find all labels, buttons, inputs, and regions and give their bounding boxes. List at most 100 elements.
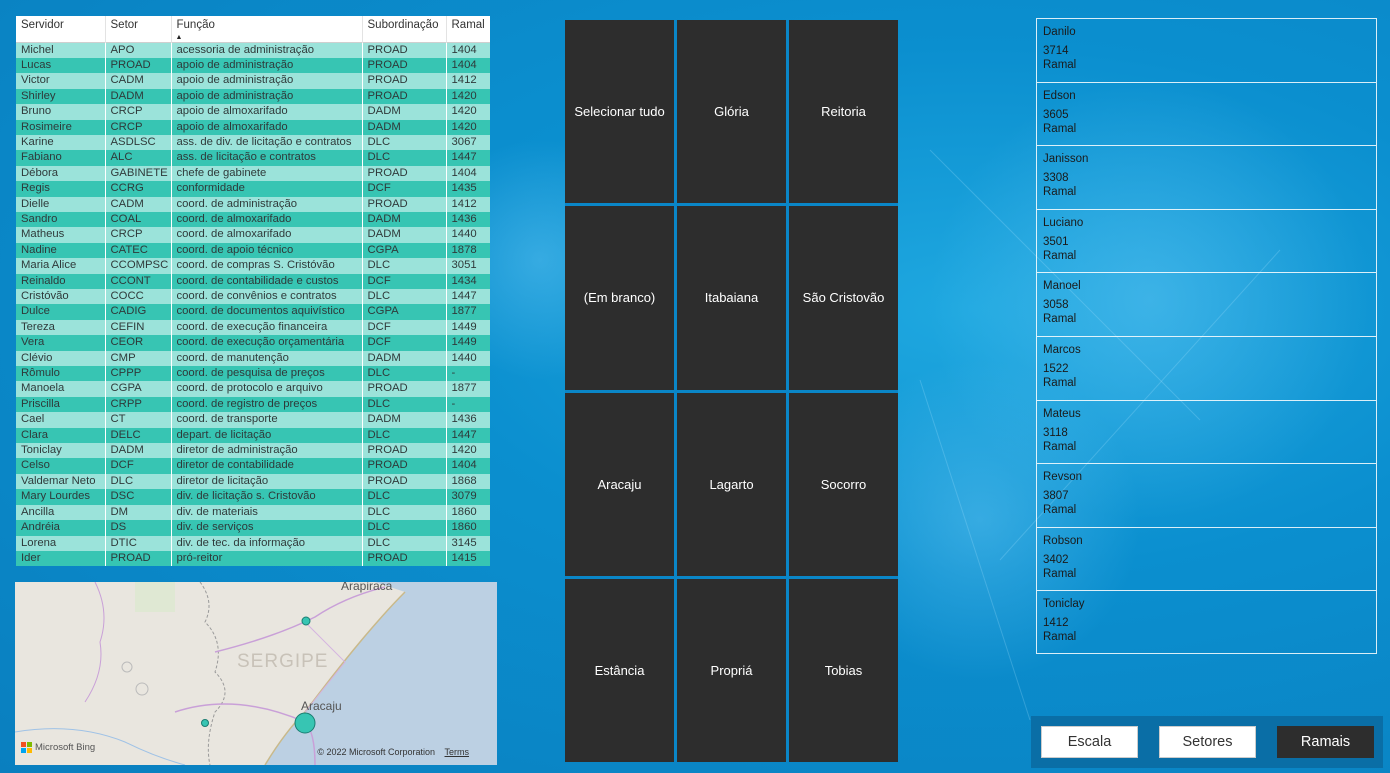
- ramal-card[interactable]: Manoel 3058 Ramal: [1037, 273, 1376, 337]
- map-terms-link[interactable]: Terms: [445, 747, 470, 757]
- table-row[interactable]: Andréia DS div. de serviços DLC 1860: [16, 520, 490, 536]
- cell-ramal: 1404: [446, 57, 490, 74]
- map-bubble[interactable]: [301, 616, 311, 626]
- table-row[interactable]: Cristóvão COCC coord. de convênios e contr…: [16, 289, 490, 305]
- ramal-card[interactable]: Luciano 3501 Ramal: [1037, 210, 1376, 274]
- cell-servidor: Cristóvão: [16, 289, 106, 305]
- table-row[interactable]: Bruno CRCP apoio de almoxarifado DADM 1420: [16, 104, 490, 120]
- map-bubble[interactable]: [201, 719, 209, 727]
- column-header-subordinacao[interactable]: Subordinação: [362, 16, 447, 42]
- slicer-tile[interactable]: Selecionar tudo: [565, 20, 674, 204]
- table-row[interactable]: Vera CEOR coord. de execução orçamentária D…: [16, 335, 490, 351]
- cell-setor: CMP: [105, 350, 172, 367]
- table-row[interactable]: Rômulo CPPP coord. de pesquisa de preços DL…: [16, 366, 490, 382]
- table-row[interactable]: Lucas PROAD apoio de administração PROAD 140…: [16, 57, 490, 74]
- cell-setor: DADM: [105, 443, 172, 459]
- cell-ramal: 1440: [446, 227, 490, 243]
- ramal-card[interactable]: Marcos 1522 Ramal: [1037, 337, 1376, 401]
- table-row[interactable]: Celso DCF diretor de contabilidade PROAD 140…: [16, 458, 490, 474]
- cell-setor: ALC: [105, 150, 172, 166]
- slicer-tile[interactable]: Propriá: [677, 578, 786, 762]
- ramal-card[interactable]: Robson 3402 Ramal: [1037, 528, 1376, 592]
- table-row[interactable]: Karine ASDLSC ass. de div. de licitação e …: [16, 134, 490, 151]
- table-row[interactable]: Michel APO acessoria de administração PROAD…: [16, 42, 490, 58]
- ramal-card[interactable]: Revson 3807 Ramal: [1037, 464, 1376, 528]
- map[interactable]: Arapiraca SERGIPE Aracaju Microsoft Bing…: [15, 582, 497, 765]
- cell-subordinacao: DCF: [362, 319, 447, 336]
- table-row[interactable]: Clara DELC depart. de licitação DLC 1447: [16, 427, 490, 444]
- table-row[interactable]: Nadine CATEC coord. de apoio técnico CGPA 18…: [16, 242, 490, 259]
- table-row[interactable]: Fabiano ALC ass. de licitação e contratos D…: [16, 150, 490, 166]
- table-row[interactable]: Regis CCRG conformidade DCF 1435: [16, 181, 490, 197]
- table-row[interactable]: Tereza CEFIN coord. de execução financeira…: [16, 319, 490, 336]
- cell-servidor: Michel: [16, 42, 106, 58]
- map-bubble-aracaju[interactable]: [294, 712, 316, 734]
- table-row[interactable]: Shirley DADM apoio de administração PROAD 14…: [16, 88, 490, 105]
- table-row[interactable]: Ancilla DM div. de materiais DLC 1860: [16, 504, 490, 521]
- cell-funcao: coord. de documentos aquivístico: [171, 304, 363, 320]
- table-row[interactable]: Manoela CGPA coord. de protocolo e arquivo…: [16, 381, 490, 397]
- slicer-tile[interactable]: Socorro: [789, 392, 898, 576]
- cell-servidor: Andréia: [16, 520, 106, 536]
- ramal-card-label: Ramal: [1043, 59, 1077, 71]
- cell-funcao: depart. de licitação: [171, 427, 363, 444]
- ramal-card-name: Marcos: [1043, 343, 1081, 356]
- table-row[interactable]: Mary Lourdes DSC div. de licitação s. Cris…: [16, 489, 490, 505]
- nav-button-ramais[interactable]: Ramais: [1277, 726, 1374, 758]
- cell-ramal: 1436: [446, 412, 490, 428]
- slicer-tile[interactable]: Tobias: [789, 578, 898, 762]
- cell-subordinacao: DCF: [362, 335, 447, 351]
- table-row[interactable]: Cael CT coord. de transporte DADM 1436: [16, 412, 490, 428]
- table-row[interactable]: Toniclay DADM diretor de administração PROA…: [16, 443, 490, 459]
- nav-button-setores[interactable]: Setores: [1159, 726, 1256, 758]
- table-row[interactable]: Sandro COAL coord. de almoxarifado DADM 1436: [16, 211, 490, 228]
- ramal-card-label: Ramal: [1043, 504, 1077, 517]
- cell-subordinacao: DADM: [362, 211, 447, 228]
- slicer-tile[interactable]: (Em branco): [565, 206, 674, 390]
- column-header-servidor[interactable]: Servidor: [16, 16, 106, 42]
- slicer-tile[interactable]: São Cristovão: [789, 206, 898, 390]
- table-row[interactable]: Dulce CADIG coord. de documentos aquivísti…: [16, 304, 490, 320]
- column-header-funcao[interactable]: Função ▲: [171, 16, 363, 42]
- nav-button-escala[interactable]: Escala: [1041, 726, 1138, 758]
- ramal-card[interactable]: Mateus 3118 Ramal: [1037, 401, 1376, 465]
- ramal-card[interactable]: Toniclay 1412 Ramal: [1037, 591, 1376, 655]
- cell-funcao: coord. de pesquisa de preços: [171, 366, 363, 382]
- slicer-tile[interactable]: Lagarto: [677, 392, 786, 576]
- table-row[interactable]: Matheus CRCP coord. de almoxarifado DADM 144…: [16, 227, 490, 243]
- ramal-card-number: 3807: [1043, 490, 1069, 503]
- slicer-tile[interactable]: Glória: [677, 20, 786, 204]
- cell-servidor: Matheus: [16, 227, 106, 243]
- cell-setor: CT: [105, 412, 172, 428]
- table-row[interactable]: Maria Alice CCOMPSC coord. de compras S. C…: [16, 258, 490, 274]
- table-row[interactable]: Priscilla CRPP coord. de registro de preço…: [16, 396, 490, 413]
- table-row[interactable]: Valdemar Neto DLC diretor de licitação PROA…: [16, 473, 490, 490]
- cell-setor: CRCP: [105, 119, 172, 135]
- slicer-tile[interactable]: Itabaiana: [677, 206, 786, 390]
- table-row[interactable]: Rosimeire CRCP apoio de almoxarifado DADM 14…: [16, 119, 490, 135]
- table-row[interactable]: Ider PROAD pró-reitor PROAD 1415: [16, 550, 490, 566]
- cell-funcao: apoio de almoxarifado: [171, 119, 363, 135]
- cell-funcao: coord. de compras S. Cristóvão: [171, 258, 363, 274]
- ramal-card[interactable]: Danilo 3714 Ramal: [1037, 19, 1376, 83]
- table-row[interactable]: Reinaldo CCONT coord. de contabilidade e c…: [16, 273, 490, 289]
- table-row[interactable]: Clévio CMP coord. de manutenção DADM 1440: [16, 350, 490, 367]
- table-row[interactable]: Débora GABINETE chefe de gabinete PROAD 1404: [16, 165, 490, 182]
- slicer-tile[interactable]: Estância: [565, 578, 674, 762]
- cell-servidor: Mary Lourdes: [16, 489, 106, 505]
- ramal-card[interactable]: Edson 3605 Ramal: [1037, 83, 1376, 147]
- table-row[interactable]: Victor CADM apoio de administração PROAD 141…: [16, 73, 490, 89]
- slicer-tile[interactable]: Aracaju: [565, 392, 674, 576]
- column-header-ramal[interactable]: Ramal: [446, 16, 490, 42]
- table-row[interactable]: Dielle CADM coord. de administração PROAD 14…: [16, 196, 490, 212]
- column-header-setor[interactable]: Setor: [105, 16, 172, 42]
- cell-setor: GABINETE: [105, 165, 172, 182]
- cell-ramal: -: [446, 366, 490, 382]
- cell-setor: PROAD: [105, 550, 172, 566]
- ramal-card[interactable]: Janisson 3308 Ramal: [1037, 146, 1376, 210]
- cell-setor: ASDLSC: [105, 134, 172, 151]
- cell-setor: CRCP: [105, 104, 172, 120]
- table-row[interactable]: Lorena DTIC div. de tec. da informação DLC 3…: [16, 535, 490, 551]
- slicer-tile[interactable]: Reitoria: [789, 20, 898, 204]
- cell-ramal: 1447: [446, 289, 490, 305]
